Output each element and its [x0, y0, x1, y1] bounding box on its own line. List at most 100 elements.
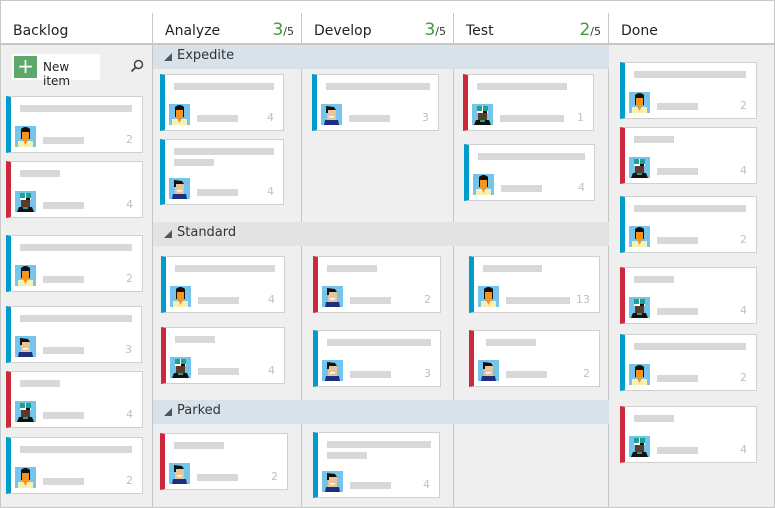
bug-card[interactable]: 1	[463, 74, 594, 131]
assignee-avatar-woman-icon[interactable]	[478, 286, 499, 307]
assignee-avatar-cap-icon[interactable]	[472, 104, 493, 125]
story-card[interactable]: 3	[313, 330, 441, 387]
bug-card[interactable]: 2	[160, 433, 288, 490]
story-card[interactable]: 2	[6, 96, 143, 153]
story-card[interactable]: 4	[464, 144, 595, 201]
bug-card[interactable]: 2	[469, 330, 600, 387]
card-title-placeholder[interactable]	[175, 336, 215, 343]
effort-value: 2	[424, 293, 431, 306]
assignee-avatar-man-icon[interactable]	[322, 360, 343, 381]
card-title-placeholder[interactable]	[634, 415, 674, 422]
assignee-avatar-cap-icon[interactable]	[629, 157, 650, 178]
swimlane-parked[interactable]: Parked	[153, 400, 609, 424]
swimlane-expedite[interactable]: Expedite	[153, 45, 609, 69]
assignee-avatar-woman-icon[interactable]	[629, 226, 650, 247]
assignee-avatar-cap-icon[interactable]	[15, 191, 36, 212]
column-header-develop[interactable]: Develop 3/5	[302, 13, 454, 45]
assignee-avatar-man-icon[interactable]	[169, 178, 190, 199]
assignee-avatar-woman-icon[interactable]	[170, 286, 191, 307]
bug-card[interactable]: 4	[620, 127, 757, 184]
card-title-placeholder[interactable]	[483, 265, 542, 272]
bug-card[interactable]: 4	[620, 406, 757, 463]
swimlane-standard[interactable]: Standard	[153, 222, 609, 246]
column-header-analyze[interactable]: Analyze 3/5	[153, 13, 302, 45]
card-title-placeholder[interactable]	[477, 83, 567, 90]
card-title-placeholder[interactable]	[327, 441, 431, 448]
card-title-placeholder[interactable]	[634, 343, 746, 350]
bug-card[interactable]: 4	[161, 327, 285, 384]
bug-card[interactable]: 4	[6, 371, 143, 428]
column-divider	[152, 13, 153, 507]
card-title-placeholder[interactable]	[326, 83, 430, 90]
card-title-placeholder[interactable]	[634, 136, 674, 143]
story-card[interactable]: 2	[620, 62, 757, 119]
story-card[interactable]: 3	[312, 74, 439, 131]
new-item-button[interactable]: + New item	[12, 54, 100, 88]
assignee-avatar-cap-icon[interactable]	[170, 357, 191, 378]
card-title-placeholder[interactable]	[20, 315, 132, 322]
story-card[interactable]: 4	[161, 256, 285, 313]
story-card[interactable]: 2	[6, 235, 143, 292]
assignee-name-placeholder	[657, 447, 698, 454]
assignee-avatar-man-icon[interactable]	[15, 336, 36, 357]
assignee-avatar-woman-icon[interactable]	[629, 92, 650, 113]
card-title-placeholder[interactable]	[175, 265, 275, 272]
effort-value: 4	[268, 293, 275, 306]
card-title-placeholder[interactable]	[174, 148, 274, 155]
assignee-avatar-woman-icon[interactable]	[629, 364, 650, 385]
wip-max: /5	[435, 25, 446, 38]
wip-limit: 3/5	[272, 20, 294, 40]
assignee-avatar-man-icon[interactable]	[321, 104, 342, 125]
assignee-avatar-woman-icon[interactable]	[15, 265, 36, 286]
card-title-placeholder[interactable]	[486, 339, 536, 346]
card-title-placeholder[interactable]	[327, 452, 367, 459]
story-card[interactable]: 4	[160, 139, 284, 205]
card-title-placeholder[interactable]	[327, 265, 377, 272]
column-header-backlog[interactable]: Backlog	[1, 13, 153, 45]
story-card[interactable]: 4	[160, 74, 284, 131]
collapse-triangle-icon[interactable]	[164, 53, 172, 61]
collapse-triangle-icon[interactable]	[164, 408, 172, 416]
assignee-avatar-woman-icon[interactable]	[15, 467, 36, 488]
story-card[interactable]: 13	[469, 256, 600, 313]
column-header-test[interactable]: Test 2/5	[454, 13, 609, 45]
assignee-avatar-cap-icon[interactable]	[629, 297, 650, 318]
card-title-placeholder[interactable]	[174, 442, 224, 449]
card-title-placeholder[interactable]	[634, 71, 746, 78]
card-title-placeholder[interactable]	[634, 205, 746, 212]
card-title-placeholder[interactable]	[174, 83, 274, 90]
story-card[interactable]: 4	[313, 432, 440, 498]
assignee-avatar-cap-icon[interactable]	[629, 436, 650, 457]
bug-card[interactable]: 4	[620, 267, 757, 324]
story-card[interactable]: 2	[6, 437, 143, 494]
story-card[interactable]: 2	[620, 334, 757, 391]
assignee-avatar-man-icon[interactable]	[322, 286, 343, 307]
card-title-placeholder[interactable]	[634, 276, 674, 283]
column-header-done[interactable]: Done	[609, 13, 774, 45]
card-title-placeholder[interactable]	[174, 159, 214, 166]
story-card[interactable]: 3	[6, 306, 142, 363]
assignee-avatar-man-icon[interactable]	[169, 463, 190, 484]
assignee-avatar-man-icon[interactable]	[322, 471, 343, 492]
card-title-placeholder[interactable]	[20, 170, 60, 177]
card-title-placeholder[interactable]	[327, 339, 431, 346]
card-title-placeholder[interactable]	[20, 446, 132, 453]
card-title-placeholder[interactable]	[20, 244, 132, 251]
assignee-avatar-cap-icon[interactable]	[15, 401, 36, 422]
story-card[interactable]: 2	[620, 196, 757, 253]
bug-card[interactable]: 2	[313, 256, 441, 313]
assignee-name-placeholder	[350, 371, 391, 378]
wip-max: /5	[283, 25, 294, 38]
assignee-avatar-woman-icon[interactable]	[15, 126, 36, 147]
assignee-avatar-woman-icon[interactable]	[169, 104, 190, 125]
card-title-placeholder[interactable]	[20, 380, 60, 387]
card-title-placeholder[interactable]	[20, 105, 132, 112]
bug-card[interactable]: 4	[6, 161, 143, 218]
card-title-placeholder[interactable]	[478, 153, 585, 160]
search-icon[interactable]	[130, 59, 144, 73]
assignee-avatar-woman-icon[interactable]	[473, 174, 494, 195]
assignee-avatar-man-icon[interactable]	[478, 360, 499, 381]
assignee-name-placeholder	[350, 297, 391, 304]
collapse-triangle-icon[interactable]	[164, 230, 172, 238]
assignee-name-placeholder	[657, 237, 698, 244]
